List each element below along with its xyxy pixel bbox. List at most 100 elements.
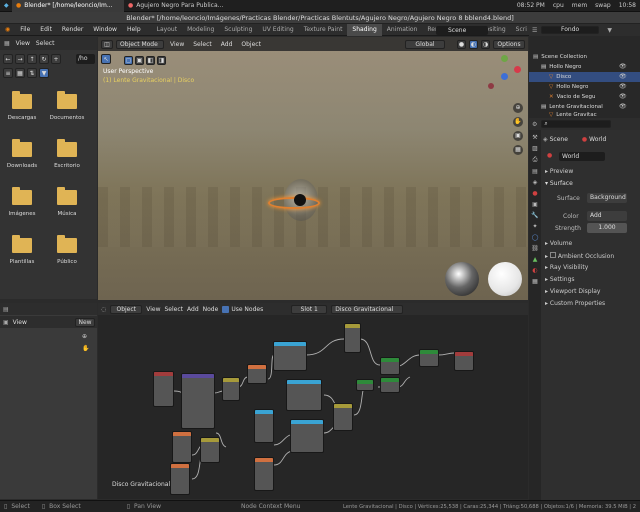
options-button[interactable]: Options xyxy=(493,39,525,49)
shader-node-editor[interactable]: ◌ Object View Select Add Node Use Nodes … xyxy=(98,303,528,499)
folder-imagenes[interactable]: Imágenes xyxy=(2,186,42,234)
ie-menu-view[interactable]: View xyxy=(13,319,27,326)
node-mapping[interactable] xyxy=(181,373,215,429)
menu-edit[interactable]: Edit xyxy=(35,24,57,36)
editor-type-icon[interactable]: ☰ xyxy=(532,27,537,34)
vp-menu-select[interactable]: Select xyxy=(190,41,215,48)
tab-modeling[interactable]: Modeling xyxy=(182,24,219,36)
start-menu-icon[interactable]: ◆ xyxy=(0,0,12,12)
output-tab-icon[interactable]: ⎙ xyxy=(533,156,538,164)
select-invert-icon[interactable]: ◨ xyxy=(157,56,166,65)
filter-icon[interactable]: ▼ xyxy=(607,27,612,34)
editor-type-icon[interactable]: ▦ xyxy=(4,40,10,47)
new-dir-button[interactable]: + xyxy=(51,54,61,64)
vp-menu-view[interactable]: View xyxy=(167,41,187,48)
ne-menu-add[interactable]: Add xyxy=(187,306,199,313)
blender-logo-icon[interactable]: ◉ xyxy=(0,24,15,36)
node-texture-coordinate[interactable] xyxy=(153,371,174,407)
fb-menu-view[interactable]: View xyxy=(16,40,30,47)
zoom-icon[interactable]: ⊕ xyxy=(82,333,87,340)
editor-type-icon[interactable]: ◌ xyxy=(101,306,106,313)
tab-layout[interactable]: Layout xyxy=(152,24,182,36)
perspective-grid-icon[interactable]: ▦ xyxy=(513,145,523,155)
panel-custom-properties[interactable]: ▸ Custom Properties xyxy=(545,300,605,307)
scene-tab-icon[interactable]: ◈ xyxy=(533,179,538,186)
editor-type-icon[interactable]: ▤ xyxy=(3,306,9,313)
ne-menu-view[interactable]: View xyxy=(146,306,160,313)
navigation-gizmo[interactable] xyxy=(486,53,524,91)
node-value-a[interactable] xyxy=(172,431,192,463)
tool-tab-icon[interactable]: ⚒ xyxy=(532,134,537,141)
node-value-c[interactable] xyxy=(170,463,190,495)
tab-uv-editing[interactable]: UV Editing xyxy=(257,24,298,36)
sort-button[interactable]: ⇅ xyxy=(27,68,37,78)
node-mix-shader[interactable] xyxy=(419,349,439,367)
panel-ambient-occlusion[interactable]: ▸ Ambient Occlusion xyxy=(545,252,614,260)
view-layer-tab-icon[interactable]: ▤ xyxy=(532,168,538,175)
refresh-button[interactable]: ↻ xyxy=(39,54,49,64)
node-math-a[interactable] xyxy=(254,409,274,443)
thumbnail-mode-button[interactable]: ▦ xyxy=(15,68,25,78)
menu-file[interactable]: File xyxy=(15,24,35,36)
camera-icon[interactable]: ▣ xyxy=(513,131,523,141)
parent-dir-button[interactable]: ↑ xyxy=(27,54,37,64)
node-emission-a[interactable] xyxy=(380,357,400,375)
folder-escritorio[interactable]: Escritorio xyxy=(47,138,87,186)
vp-menu-object[interactable]: Object xyxy=(238,41,264,48)
folder-downloads[interactable]: Downloads xyxy=(2,138,42,186)
forward-button[interactable]: → xyxy=(15,54,25,64)
3d-viewport[interactable]: ◫ Object Mode View Select Add Object Glo… xyxy=(98,37,528,300)
modifier-tab-icon[interactable]: 🔧 xyxy=(531,212,538,219)
particles-tab-icon[interactable]: ✦ xyxy=(532,223,537,230)
render-tab-icon[interactable]: ▨ xyxy=(532,145,538,152)
viewport-shading-rendered[interactable]: ◑ xyxy=(481,39,490,49)
panel-preview[interactable]: ▸ Preview xyxy=(545,168,573,175)
fb-menu-select[interactable]: Select xyxy=(36,40,55,47)
visibility-eye-icons[interactable]: 👁 👁 👁 👁 👁 xyxy=(619,62,637,112)
color-input-socket[interactable]: Add xyxy=(587,211,627,221)
constraints-tab-icon[interactable]: ⛓ xyxy=(531,245,539,252)
physics-tab-icon[interactable]: ◯ xyxy=(532,234,539,241)
use-nodes-checkbox[interactable]: Use Nodes xyxy=(222,305,263,313)
panel-settings[interactable]: ▸ Settings xyxy=(545,276,575,283)
node-mix-b[interactable] xyxy=(333,403,353,431)
viewport-shading-solid[interactable]: ● xyxy=(457,39,466,49)
viewport-shading-material[interactable]: ◐ xyxy=(469,39,478,49)
ne-menu-node[interactable]: Node xyxy=(203,306,219,313)
tab-shading[interactable]: Shading xyxy=(347,23,382,36)
folder-descargas[interactable]: Descargas xyxy=(2,90,42,138)
node-color-ramp-b[interactable] xyxy=(286,379,322,411)
select-subtract-icon[interactable]: ◧ xyxy=(146,56,155,65)
folder-publico[interactable]: Público xyxy=(47,234,87,282)
node-gradient-a[interactable] xyxy=(222,377,240,401)
taskbar-item-blender[interactable]: ● Blender* [/home/leoncio/Im... xyxy=(12,0,124,12)
display-mode-button[interactable]: ≡ xyxy=(3,68,13,78)
folder-documentos[interactable]: Documentos xyxy=(47,90,87,138)
transform-orientation-select[interactable]: Global xyxy=(405,39,445,49)
node-emission-b[interactable] xyxy=(380,377,400,393)
properties-search-input[interactable]: ⌕ xyxy=(541,120,612,128)
editor-type-icon[interactable]: ◫ xyxy=(101,39,113,49)
scene-selector[interactable]: Scene xyxy=(436,26,488,35)
tab-animation[interactable]: Animation xyxy=(382,24,423,36)
editor-type-icon[interactable]: ⚙ xyxy=(532,121,537,128)
select-box-icon[interactable]: ▢ xyxy=(124,56,133,65)
node-noise-a[interactable] xyxy=(247,364,267,384)
select-extend-icon[interactable]: ▣ xyxy=(135,56,144,65)
panel-surface[interactable]: ▾ Surface xyxy=(545,180,573,187)
node-add-shader[interactable] xyxy=(356,379,374,391)
world-browse-icon[interactable]: ● xyxy=(547,152,552,159)
filter-icon[interactable]: ▼ xyxy=(39,68,49,78)
zoom-icon[interactable]: ⊕ xyxy=(513,103,523,113)
data-tab-icon[interactable]: ▲ xyxy=(533,256,538,263)
shader-type-select[interactable]: Object xyxy=(110,304,143,314)
menu-render[interactable]: Render xyxy=(57,24,88,36)
select-tool-icon[interactable]: ↖ xyxy=(101,54,111,64)
node-value-b[interactable] xyxy=(200,437,220,463)
black-hole-object[interactable] xyxy=(268,179,320,227)
material-tab-icon[interactable]: ◐ xyxy=(532,267,537,274)
node-value-d[interactable] xyxy=(254,457,274,491)
object-tab-icon[interactable]: ▣ xyxy=(532,201,538,208)
panel-volume[interactable]: ▸ Volume xyxy=(545,240,572,247)
node-ramp-c[interactable] xyxy=(290,419,324,453)
